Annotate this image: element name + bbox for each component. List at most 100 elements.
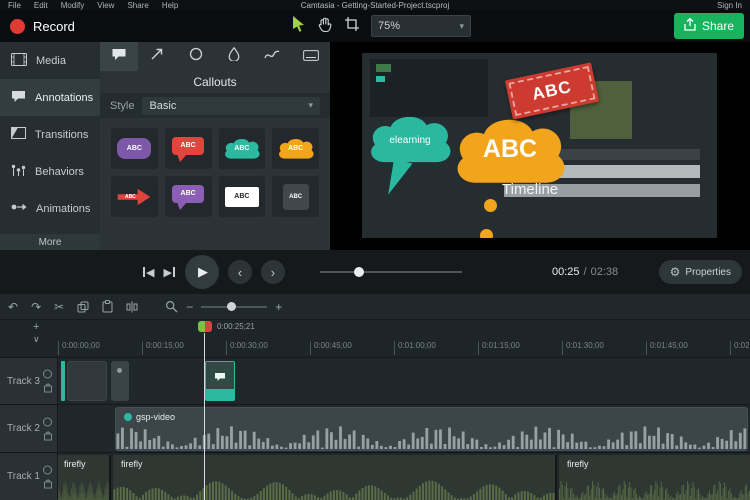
sidebar-item-label: Annotations (35, 92, 93, 104)
tab-shapes[interactable] (177, 42, 215, 71)
share-label: Share (702, 19, 734, 33)
callout-thumb-dark-square[interactable]: ABC (272, 176, 319, 217)
cut-button[interactable]: ✂ (54, 301, 64, 313)
sidebar-item-annotations[interactable]: Annotations (0, 79, 100, 116)
callout-clip-selected[interactable] (205, 361, 235, 401)
menu-share[interactable]: Share (127, 1, 148, 10)
play-button[interactable]: ▶ (185, 255, 219, 289)
add-track-button[interactable]: + (33, 321, 39, 333)
next-clip-button[interactable]: › (261, 260, 285, 284)
lock-icon[interactable] (44, 481, 52, 488)
previous-clip-button[interactable]: ‹ (228, 260, 252, 284)
properties-button[interactable]: ⚙ Properties (659, 260, 742, 284)
timeline-ruler[interactable]: 0:00:00;00 0:00:15;00 0:00:30;00 0:00:45… (58, 336, 750, 358)
callout-thumb-rounded[interactable]: ABC (111, 128, 158, 169)
lock-icon[interactable] (44, 386, 52, 393)
record-toolbar: Record 75% ▾ Share (0, 10, 750, 42)
lock-icon[interactable] (44, 433, 52, 440)
audio-waveform (58, 478, 109, 500)
audio-clip-firefly[interactable]: firefly (559, 455, 750, 500)
camtasia-app: Camtasia - Getting-Started-Project.tscpr… (0, 0, 750, 500)
timeline-zoom-slider[interactable] (201, 306, 267, 308)
video-canvas[interactable]: elearning ABC ABC Timeline (362, 53, 717, 238)
menu-edit[interactable]: Edit (34, 1, 48, 10)
split-button[interactable] (126, 301, 138, 313)
tab-callouts[interactable] (100, 42, 138, 71)
ruler-label: 0:00:30;00 (226, 341, 268, 355)
audio-clip-firefly[interactable]: firefly (113, 455, 557, 500)
menu-file[interactable]: File (8, 1, 21, 10)
canvas-preview: elearning ABC ABC Timeline (330, 42, 750, 250)
zoom-out-button[interactable]: − (186, 301, 193, 313)
playback-scrubber[interactable] (320, 271, 462, 273)
yellow-dot-callout[interactable] (480, 229, 493, 238)
style-value: Basic (149, 100, 176, 112)
eye-icon[interactable] (43, 465, 52, 474)
callout-thumb-speech-purple[interactable]: ABC (165, 176, 212, 217)
paste-button[interactable] (102, 300, 113, 313)
sidebar-more-button[interactable]: More (0, 234, 100, 250)
menu-help[interactable]: Help (162, 1, 178, 10)
playhead-handle[interactable] (198, 321, 212, 332)
step-forward-button[interactable]: ▶ (163, 266, 175, 279)
sidebar-item-behaviors[interactable]: Behaviors (0, 153, 100, 190)
tab-sketch[interactable] (253, 42, 291, 71)
clip[interactable] (67, 361, 107, 401)
copy-button[interactable] (77, 301, 89, 313)
tab-blur[interactable] (215, 42, 253, 71)
sign-in-link[interactable]: Sign In (717, 1, 742, 10)
undo-button[interactable]: ↶ (8, 301, 18, 313)
ruler-label: 0:01:45;00 (646, 341, 688, 355)
record-icon (10, 19, 25, 34)
clip[interactable] (111, 361, 129, 401)
out-point-handle[interactable] (205, 321, 212, 332)
share-button[interactable]: Share (674, 13, 744, 39)
redo-icon: ↷ (31, 301, 41, 313)
zoom-slider-knob[interactable] (227, 302, 236, 311)
callout-thumb-cloud-teal[interactable]: ABC (219, 128, 266, 169)
elearning-cloud-callout[interactable]: elearning (364, 109, 456, 171)
collapse-tracks-button[interactable]: ∨ (33, 334, 40, 345)
redo-button[interactable]: ↷ (31, 301, 41, 313)
sidebar-item-transitions[interactable]: Transitions (0, 116, 100, 153)
step-forward-icon: ▶ (163, 266, 171, 279)
menu-view[interactable]: View (97, 1, 114, 10)
yellow-dot-callout[interactable] (484, 199, 497, 212)
timeline-caption-text[interactable]: Timeline (502, 181, 558, 198)
crop-tool-icon[interactable] (345, 17, 359, 36)
menubar: Camtasia - Getting-Started-Project.tscpr… (0, 0, 750, 10)
sidebar-item-media[interactable]: Media (0, 42, 100, 79)
playhead-line[interactable] (204, 333, 205, 500)
video-clip-gsp[interactable]: gsp-video (115, 407, 748, 451)
sidebar-item-animations[interactable]: Animations (0, 190, 100, 227)
style-dropdown[interactable]: Basic ▾ (142, 97, 320, 115)
undo-icon: ↶ (8, 301, 18, 313)
callout-thumb-speech-red[interactable]: ABC (165, 128, 212, 169)
callout-thumb-white-rect[interactable]: ABC (219, 176, 266, 217)
timeline-zoom-controls: − + (165, 300, 282, 313)
cursor-tool-icon[interactable] (292, 16, 306, 37)
audio-clip-firefly[interactable]: firefly (58, 455, 111, 500)
clip-sliver[interactable] (61, 361, 65, 401)
track3-lane[interactable] (58, 357, 750, 404)
record-button[interactable]: Record (10, 10, 75, 42)
zoom-in-button[interactable]: + (275, 301, 282, 313)
eye-icon[interactable] (43, 370, 52, 379)
frame-bar-icon (173, 267, 175, 277)
scrubber-knob[interactable] (354, 267, 364, 277)
next-icon: › (271, 265, 275, 280)
menu-modify[interactable]: Modify (61, 1, 85, 10)
step-back-button[interactable]: ◀ (142, 266, 154, 279)
zoom-level-dropdown[interactable]: 75% ▾ (371, 15, 471, 37)
tab-keystrokes[interactable] (292, 42, 330, 71)
callout-thumb-cloud-yellow[interactable]: ABC (272, 128, 319, 169)
in-point-handle[interactable] (198, 321, 205, 332)
callout-thumb-arrow[interactable]: ABC (111, 176, 158, 217)
eye-icon[interactable] (43, 417, 52, 426)
track1-lane[interactable]: firefly firefly firefly (58, 452, 750, 500)
pan-hand-icon[interactable] (318, 16, 333, 37)
behaviors-icon (11, 164, 26, 180)
chevron-down-icon: ▾ (459, 21, 464, 32)
tab-arrows[interactable] (138, 42, 176, 71)
track2-lane[interactable]: gsp-video (58, 404, 750, 452)
